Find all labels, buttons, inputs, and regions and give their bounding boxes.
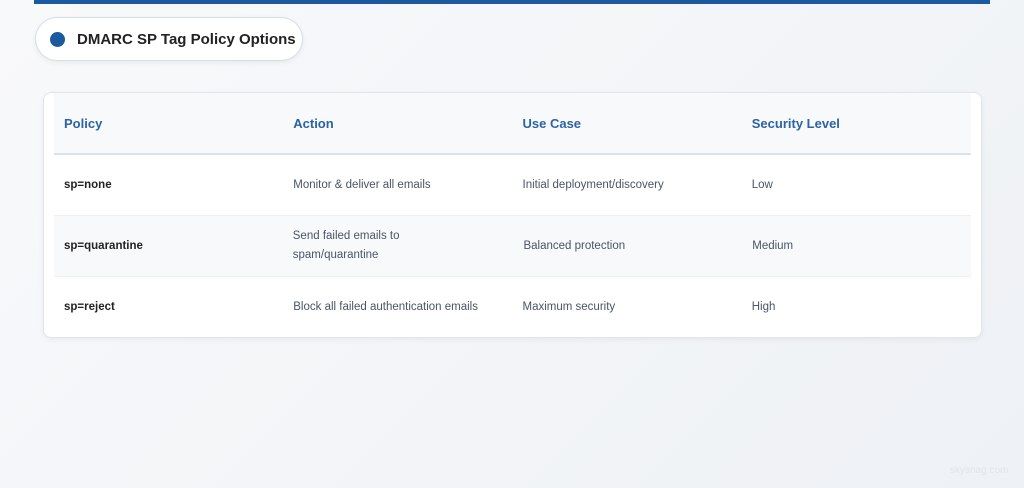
cell-action: Send failed emails to spam/quarantine — [292, 230, 400, 261]
table-row: sp=none Monitor & deliver all emails Ini… — [54, 155, 971, 216]
table-header: Policy Action Use Case Security Level — [54, 93, 971, 155]
cell-policy: sp=reject — [64, 301, 115, 313]
header-action: Action — [293, 115, 334, 131]
table-row: sp=reject Block all failed authenticatio… — [54, 277, 971, 337]
cell-security-level: Medium — [752, 239, 794, 252]
cell-use-case: Maximum security — [522, 301, 616, 313]
bullet-dot-icon — [50, 31, 65, 47]
cell-policy: sp=none — [64, 178, 112, 191]
header-security-level: Security Level — [751, 115, 840, 131]
cell-security-level: High — [751, 301, 776, 313]
header-policy: Policy — [64, 115, 103, 131]
title-badge: DMARC SP Tag Policy Options — [35, 17, 303, 61]
cell-action: Block all failed authentication emails — [293, 301, 478, 313]
page-title: DMARC SP Tag Policy Options — [77, 30, 296, 48]
cell-action: Monitor & deliver all emails — [293, 178, 431, 191]
cell-policy: sp=quarantine — [64, 239, 143, 252]
header-use-case: Use Case — [522, 115, 582, 131]
watermark: skysnag.com — [950, 465, 1009, 476]
cell-security-level: Low — [751, 178, 773, 191]
top-accent-bar — [34, 0, 990, 4]
cell-use-case: Balanced protection — [523, 239, 626, 252]
cell-use-case: Initial deployment/discovery — [522, 178, 664, 191]
policy-table: Policy Action Use Case Security Level sp… — [43, 92, 982, 338]
table-row: sp=quarantine Send failed emails to spam… — [54, 216, 971, 277]
